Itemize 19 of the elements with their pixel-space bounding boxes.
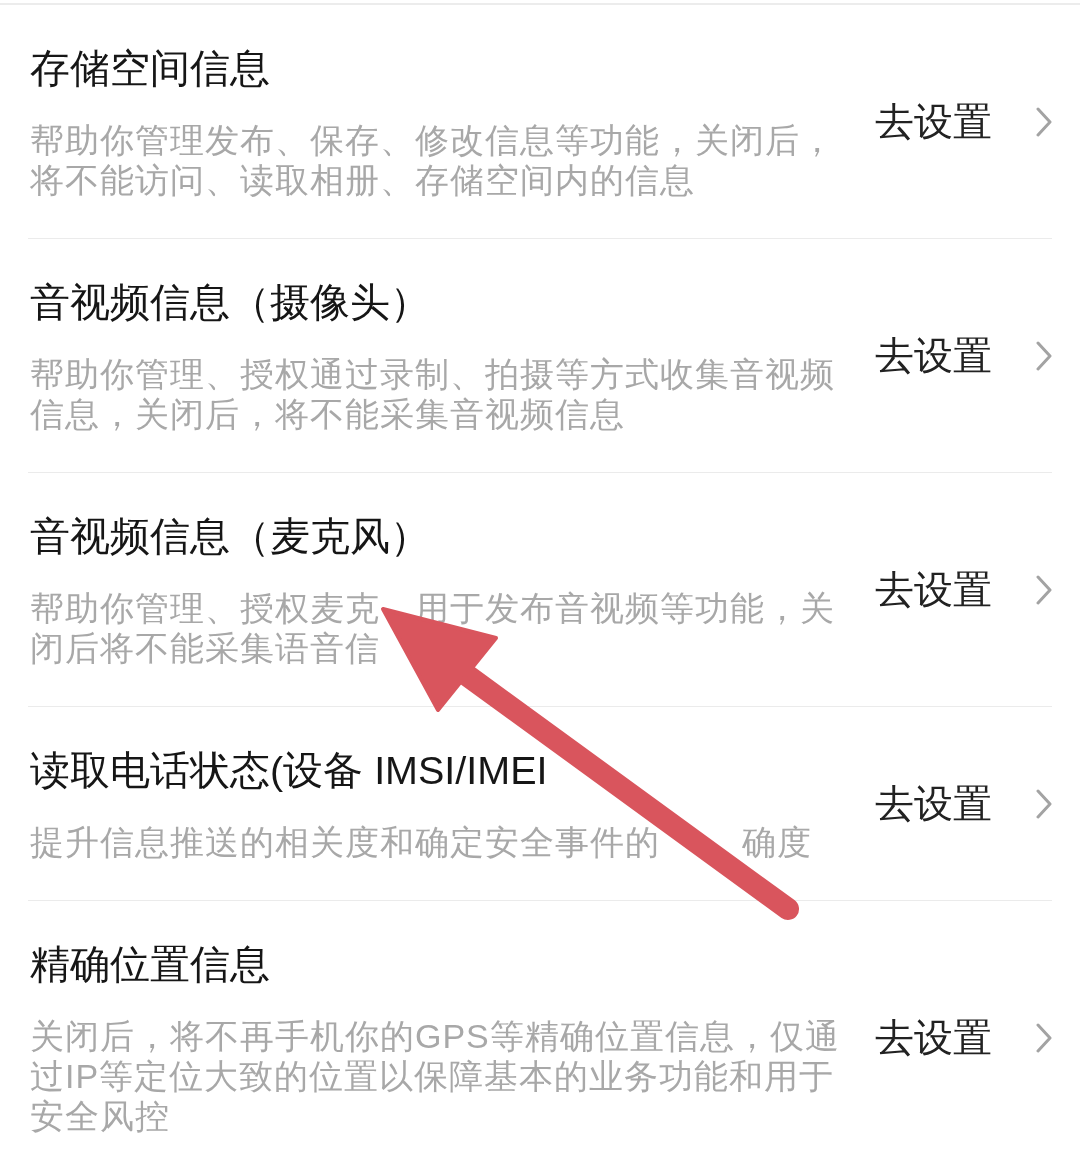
- chevron-right-icon: [1036, 1022, 1052, 1053]
- setting-description: 帮助你管理发布、保存、修改信息等功能，关闭后，将不能访问、读取相册、存储空间内的信息: [30, 120, 836, 200]
- go-settings-link[interactable]: 去设置: [875, 564, 1052, 615]
- go-settings-link[interactable]: 去设置: [875, 330, 1052, 381]
- chevron-right-icon: [1036, 106, 1052, 137]
- setting-title: 存储空间信息: [30, 45, 270, 92]
- setting-description: 帮助你管理、授权通过录制、拍摄等方式收集音视频信息，关闭后，将不能采集音视频信息: [30, 354, 836, 434]
- chevron-right-icon: [1036, 340, 1052, 371]
- setting-description: 关闭后，将不再手机你的GPS等精确位置信息，仅通过IP等定位大致的位置以保障基本的业务功能和用于安全风控: [30, 1016, 841, 1136]
- setting-description: 提升信息推送的相关度和确定安全事件的 确度: [30, 822, 812, 862]
- chevron-right-icon: [1036, 788, 1052, 819]
- go-settings-link[interactable]: 去设置: [875, 778, 1052, 829]
- chevron-right-icon: [1036, 574, 1052, 605]
- setting-title: 读取电话状态(设备 IMSI/IMEI: [30, 747, 548, 794]
- go-settings-link[interactable]: 去设置: [875, 1012, 1052, 1063]
- setting-title: 音视频信息（摄像头）: [30, 279, 430, 326]
- setting-title: 精确位置信息: [30, 941, 270, 988]
- setting-title: 音视频信息（麦克风）: [30, 513, 430, 560]
- go-settings-link[interactable]: 去设置: [875, 96, 1052, 147]
